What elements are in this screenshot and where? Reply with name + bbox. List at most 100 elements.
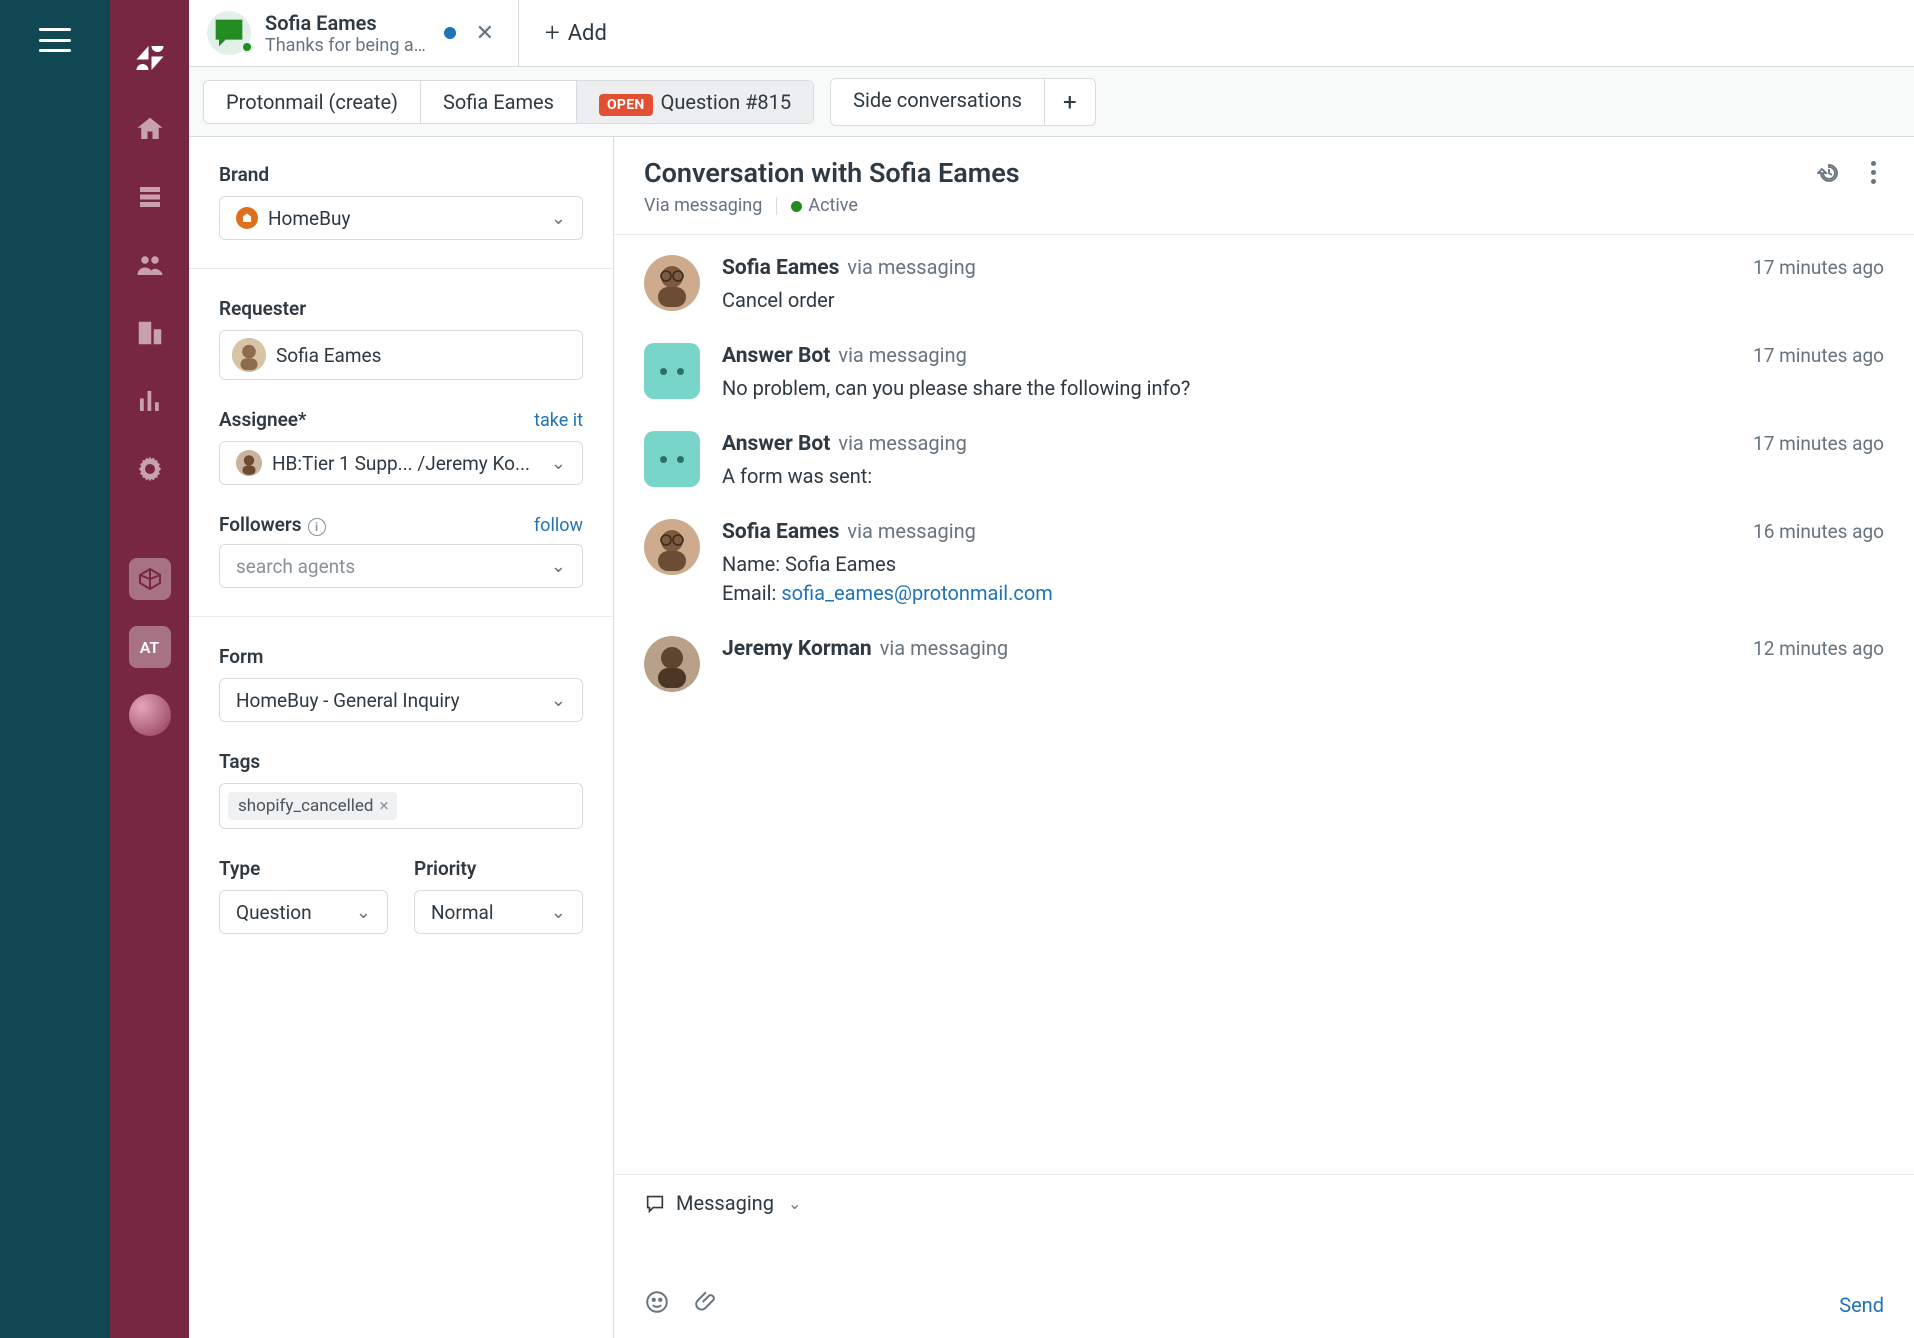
sidebar-rail: AT: [110, 0, 189, 1338]
remove-tag-button[interactable]: ×: [379, 796, 388, 816]
message-author: Sofia Eames: [722, 520, 839, 544]
message-time: 17 minutes ago: [1753, 256, 1884, 279]
online-dot-icon: [241, 41, 253, 53]
type-label: Type: [219, 857, 388, 880]
tags-input[interactable]: shopify_cancelled ×: [219, 783, 583, 829]
history-icon[interactable]: [1817, 161, 1841, 185]
ticket-properties-panel: Brand HomeBuy ⌄ Requester Sofia Eames: [189, 137, 614, 1338]
form-value: HomeBuy - General Inquiry: [236, 689, 460, 712]
priority-label: Priority: [414, 857, 583, 880]
composer-textarea[interactable]: [644, 1229, 1884, 1289]
followers-label: Followersi: [219, 513, 326, 536]
send-button[interactable]: Send: [1839, 1293, 1884, 1317]
side-convos-pills: Side conversations +: [830, 78, 1095, 126]
reporting-icon[interactable]: [135, 386, 165, 416]
bot-avatar-icon: [644, 431, 700, 487]
message-via: via messaging: [838, 343, 966, 367]
assignee-select[interactable]: HB:Tier 1 Supp... /Jeremy Ko... ⌄: [219, 441, 583, 485]
tag-item: shopify_cancelled ×: [228, 792, 397, 820]
plus-icon: +: [545, 18, 560, 48]
admin-icon[interactable]: [135, 454, 165, 484]
body-split: Brand HomeBuy ⌄ Requester Sofia Eames: [189, 137, 1914, 1338]
ticket-tab-subtitle: Thanks for being a v...: [265, 35, 430, 56]
attachment-button[interactable]: [694, 1289, 720, 1320]
priority-select[interactable]: Normal ⌄: [414, 890, 583, 934]
message-author: Sofia Eames: [722, 256, 839, 280]
message-item: Sofia Eamesvia messaging 17 minutes ago …: [644, 255, 1884, 315]
requester-avatar-icon: [232, 338, 266, 372]
email-link[interactable]: sofia_eames@protonmail.com: [781, 581, 1052, 605]
brand-select[interactable]: HomeBuy ⌄: [219, 196, 583, 240]
chevron-down-icon: ⌄: [551, 208, 566, 229]
requester-field[interactable]: Sofia Eames: [219, 330, 583, 380]
brand-icon: [236, 207, 258, 229]
message-time: 17 minutes ago: [1753, 344, 1884, 367]
info-icon[interactable]: i: [308, 518, 326, 536]
followers-select[interactable]: search agents ⌄: [219, 544, 583, 588]
messages-list: Sofia Eamesvia messaging 17 minutes ago …: [614, 235, 1914, 1174]
followers-placeholder: search agents: [236, 555, 355, 578]
status-badge-open: OPEN: [599, 94, 653, 116]
zendesk-logo-icon[interactable]: [132, 40, 168, 76]
composer: Messaging ⌄ Send: [614, 1174, 1914, 1338]
ticket-tab[interactable]: Sofia Eames Thanks for being a v... ✕: [189, 0, 519, 66]
type-select[interactable]: Question ⌄: [219, 890, 388, 934]
tab-bar: Sofia Eames Thanks for being a v... ✕ + …: [189, 0, 1914, 67]
message-time: 17 minutes ago: [1753, 432, 1884, 455]
take-it-link[interactable]: take it: [534, 410, 583, 431]
pill-side-conversations[interactable]: Side conversations: [831, 79, 1045, 125]
hamburger-menu[interactable]: [39, 28, 71, 52]
message-text: No problem, can you please share the fol…: [722, 374, 1884, 403]
message-via: via messaging: [838, 431, 966, 455]
message-author: Jeremy Korman: [722, 637, 872, 661]
message-item: Answer Bot via messaging 17 minutes ago N…: [644, 343, 1884, 403]
more-actions-button[interactable]: [1863, 157, 1884, 188]
views-icon[interactable]: [135, 182, 165, 212]
chevron-down-icon: ⌄: [551, 690, 566, 711]
add-tab-label: Add: [568, 21, 607, 46]
add-side-conversation-button[interactable]: +: [1045, 79, 1095, 125]
status-dot-icon: [791, 201, 802, 212]
type-value: Question: [236, 901, 312, 924]
tags-label: Tags: [219, 750, 583, 773]
close-tab-button[interactable]: ✕: [470, 21, 500, 46]
globe-app-icon[interactable]: [129, 694, 171, 736]
message-text: Cancel order: [722, 286, 1884, 315]
requester-label: Requester: [219, 297, 583, 320]
organizations-icon[interactable]: [135, 318, 165, 348]
avatar-icon: [644, 255, 700, 311]
apps-icon[interactable]: [129, 558, 171, 600]
requester-value: Sofia Eames: [276, 344, 381, 367]
message-text: A form was sent:: [722, 462, 1884, 491]
customers-icon[interactable]: [135, 250, 165, 280]
pill-requester[interactable]: Sofia Eames: [421, 81, 577, 123]
at-app-icon[interactable]: AT: [129, 626, 171, 668]
message-via: via messaging: [847, 255, 975, 279]
channel-selector[interactable]: Messaging ⌄: [644, 1191, 1884, 1215]
pill-question-label: Question #815: [661, 90, 792, 114]
pill-question[interactable]: OPEN Question #815: [577, 81, 813, 123]
product-switcher-bar: [0, 0, 110, 1338]
emoji-button[interactable]: [644, 1289, 670, 1320]
message-via: via messaging: [847, 519, 975, 543]
conversation-header: Conversation with Sofia Eames Via messag…: [614, 137, 1914, 235]
follow-link[interactable]: follow: [534, 515, 583, 536]
form-select[interactable]: HomeBuy - General Inquiry ⌄: [219, 678, 583, 722]
home-icon[interactable]: [135, 114, 165, 144]
message-author: Answer Bot: [722, 432, 830, 456]
chevron-down-icon: ⌄: [356, 902, 371, 923]
ticket-context-pills: Protonmail (create) Sofia Eames OPEN Ques…: [203, 80, 814, 124]
assignee-avatar-icon: [236, 450, 262, 476]
at-app-label: AT: [140, 638, 160, 657]
message-text: Name: Sofia Eames Email: sofia_eames@pro…: [722, 550, 1884, 608]
ticket-channel-icon: [207, 11, 251, 55]
conversation-status: Active: [791, 195, 858, 216]
assignee-label: Assignee*: [219, 408, 307, 431]
avatar-icon: [644, 519, 700, 575]
ticket-tab-title: Sofia Eames: [265, 11, 430, 35]
unsaved-indicator-icon: [444, 27, 456, 39]
add-tab-button[interactable]: + Add: [519, 0, 633, 66]
pill-protonmail[interactable]: Protonmail (create): [204, 81, 421, 123]
message-author: Answer Bot: [722, 344, 830, 368]
chevron-down-icon: ⌄: [551, 453, 566, 474]
